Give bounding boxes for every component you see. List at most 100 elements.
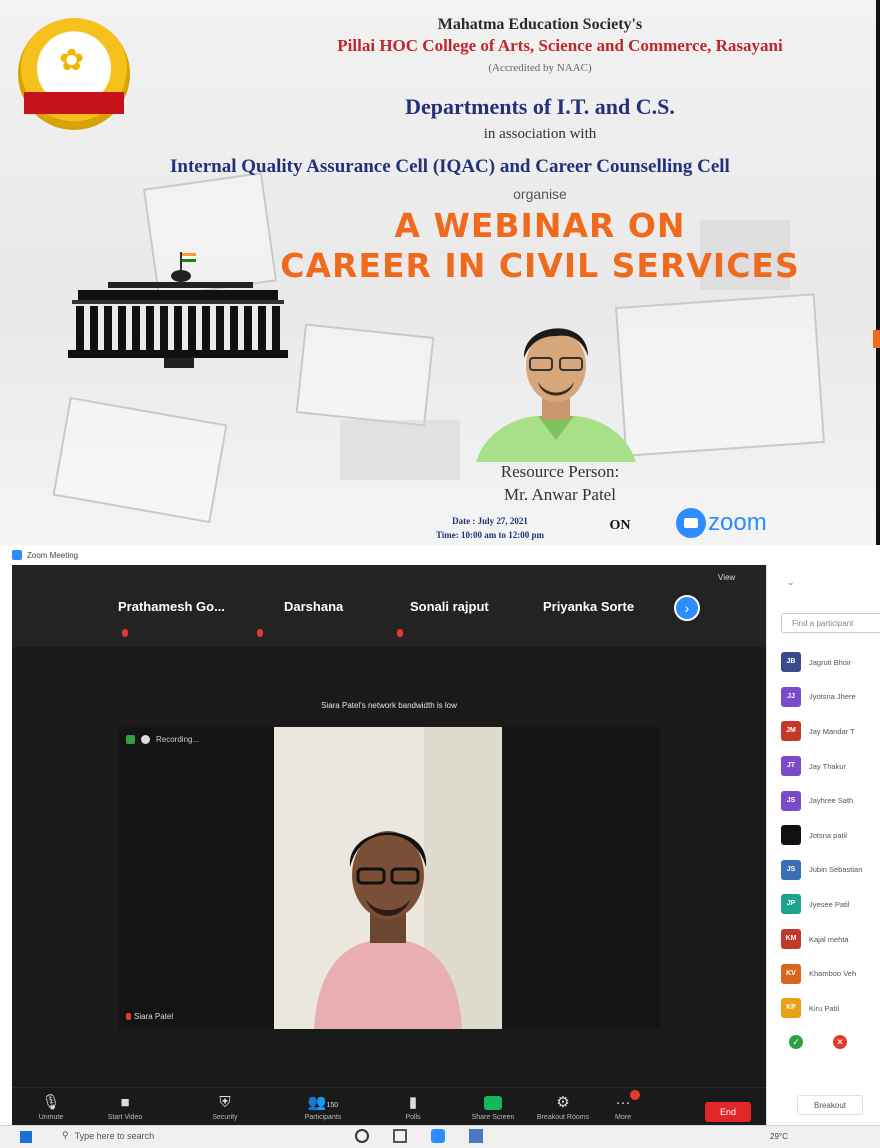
list-item[interactable]: JP Jyesee Patil bbox=[781, 887, 880, 922]
participant-name: Kiru Patil bbox=[809, 1003, 840, 1013]
bandwidth-notice: Siara Patel's network bandwidth is low bbox=[321, 701, 457, 710]
more-icon: ··· bbox=[615, 1094, 631, 1111]
list-item[interactable]: KP Kiru Patil bbox=[781, 991, 880, 1026]
task-view-icon[interactable] bbox=[393, 1129, 407, 1143]
association-text: in association with bbox=[483, 126, 597, 142]
avatar: KP bbox=[781, 998, 801, 1019]
avatar: KV bbox=[781, 963, 801, 984]
participant-name: Khamboo Veh bbox=[809, 969, 857, 979]
strip-participant-name[interactable]: Sonali rajput bbox=[410, 599, 489, 614]
cells-text: Internal Quality Assurance Cell (IQAC) a… bbox=[170, 156, 730, 177]
list-item[interactable]: KV Khamboo Veh bbox=[781, 956, 880, 991]
participant-strip: Prathamesh Go... Darshana Sonali rajput … bbox=[12, 565, 766, 647]
polls-button[interactable]: ▮ Polls bbox=[378, 1092, 448, 1121]
zoom-camera-icon bbox=[676, 508, 706, 538]
avatar: JT bbox=[781, 756, 801, 777]
taskbar-search-placeholder: Type here to search bbox=[74, 1130, 155, 1141]
zoom-app-icon bbox=[12, 550, 22, 560]
college-seal-logo: ✿ bbox=[18, 18, 130, 130]
participant-name: Jayhree Sath bbox=[809, 796, 854, 806]
resource-person-name: Mr. Anwar Patel bbox=[504, 485, 616, 504]
app-taskbar-icon[interactable] bbox=[469, 1129, 483, 1143]
recording-label: Recording... bbox=[156, 735, 200, 744]
list-item[interactable]: JS Jayhree Sath bbox=[781, 783, 880, 818]
video-tile-right bbox=[502, 727, 660, 1029]
shield-icon: ⛨ bbox=[219, 1094, 231, 1111]
toolbar-label: Polls bbox=[405, 1114, 421, 1121]
meeting-area: Prathamesh Go... Darshana Sonali rajput … bbox=[12, 565, 766, 1135]
webinar-poster: ✿ Mahatma Education Society's Pillai HOC… bbox=[0, 0, 880, 545]
speaker-name-tag: Siara Patel bbox=[126, 1012, 173, 1021]
active-speaker-video bbox=[274, 727, 502, 1029]
seal-ribbon bbox=[24, 92, 124, 114]
participant-count: 150 bbox=[326, 1102, 339, 1109]
start-video-button[interactable]: ■ Start Video bbox=[90, 1092, 160, 1121]
toolbar-label: Start Video bbox=[107, 1114, 143, 1121]
headline-topic: CAREER IN CIVIL SERVICES bbox=[280, 246, 800, 285]
share-screen-button[interactable]: Share Screen bbox=[458, 1092, 528, 1121]
participant-search-input[interactable]: Find a participant bbox=[781, 613, 880, 633]
cortana-icon[interactable] bbox=[355, 1129, 369, 1143]
participant-list: JB Jagruti Bhoir JJ Jyotsna Jhere JM Jay Ma… bbox=[781, 645, 880, 1026]
accreditation: (Accredited by NAAC) bbox=[488, 62, 592, 74]
list-item[interactable]: JM Jay Mandar T bbox=[781, 714, 880, 749]
list-item[interactable]: JS Jubin Sebastian bbox=[781, 853, 880, 888]
on-text: ON bbox=[609, 518, 631, 533]
list-item[interactable]: Jotsna patil bbox=[781, 818, 880, 853]
muted-mic-icon bbox=[122, 629, 128, 637]
society-name: Mahatma Education Society's bbox=[437, 16, 643, 33]
strip-participant-name[interactable]: Priyanka Sorte bbox=[543, 599, 634, 614]
list-item[interactable]: JB Jagruti Bhoir bbox=[781, 645, 880, 680]
speaker-name-label: Siara Patel bbox=[134, 1012, 174, 1021]
zoom-taskbar-icon[interactable] bbox=[431, 1129, 445, 1143]
recording-indicator: Recording... bbox=[126, 735, 199, 744]
list-item[interactable]: KM Kajal mehta bbox=[781, 922, 880, 957]
zoom-wordmark: zoom bbox=[708, 509, 767, 536]
speaker-illustration bbox=[476, 328, 636, 462]
event-date: Date : July 27, 2021 bbox=[452, 516, 528, 526]
search-icon: ⚲ bbox=[62, 1130, 69, 1140]
list-item[interactable]: JJ Jyotsna Jhere bbox=[781, 680, 880, 715]
headline-webinar: A WEBINAR ON bbox=[394, 206, 686, 245]
system-tray: 29°C bbox=[770, 1132, 788, 1141]
avatar: JJ bbox=[781, 686, 801, 707]
departments: Departments of I.T. and C.S. bbox=[405, 94, 675, 119]
participant-name: Kajal mehta bbox=[809, 934, 849, 944]
zoom-logo: zoom bbox=[676, 508, 767, 538]
participants-button[interactable]: 👥150 Participants bbox=[288, 1092, 358, 1121]
view-button[interactable]: View bbox=[718, 573, 735, 582]
avatar: JS bbox=[781, 790, 801, 811]
toolbar-label: Participants bbox=[304, 1114, 342, 1121]
organise-text: organise bbox=[513, 186, 567, 202]
end-meeting-button[interactable]: End bbox=[705, 1102, 751, 1122]
no-reaction-button[interactable]: ✕ bbox=[833, 1035, 847, 1049]
windows-start-icon[interactable] bbox=[20, 1131, 32, 1143]
participant-name: Jyesee Patil bbox=[809, 899, 850, 909]
avatar: KM bbox=[781, 929, 801, 950]
yes-reaction-button[interactable]: ✓ bbox=[789, 1035, 803, 1049]
sunflower-icon: ✿ bbox=[59, 44, 85, 77]
strip-participant-name[interactable]: Darshana bbox=[284, 599, 343, 614]
microphone-icon: 🎙 bbox=[41, 1094, 61, 1111]
list-item[interactable]: JT Jay Thakur bbox=[781, 749, 880, 784]
video-icon: ■ bbox=[120, 1094, 130, 1111]
poster-edge-accent bbox=[873, 330, 880, 348]
taskbar-search[interactable]: ⚲ Type here to search bbox=[62, 1130, 154, 1141]
avatar: JS bbox=[781, 859, 801, 880]
window-titlebar: Zoom Meeting bbox=[0, 545, 880, 565]
next-page-button[interactable]: › bbox=[674, 595, 700, 621]
muted-mic-icon bbox=[126, 1013, 131, 1020]
avatar: JB bbox=[781, 652, 801, 673]
more-button[interactable]: ··· More bbox=[588, 1090, 658, 1121]
chevron-down-icon[interactable]: ⌄ bbox=[787, 577, 795, 588]
participant-name: Jyotsna Jhere bbox=[809, 692, 856, 702]
participant-name: Jotsna patil bbox=[809, 830, 847, 840]
unmute-button[interactable]: 🎙 Unmute bbox=[16, 1092, 86, 1121]
security-button[interactable]: ⛨ Security bbox=[190, 1092, 260, 1121]
parliament-illustration bbox=[68, 252, 288, 368]
strip-participant-name[interactable]: Prathamesh Go... bbox=[118, 599, 225, 614]
speaker-video-frame bbox=[274, 727, 502, 1029]
college-name: Pillai HOC College of Arts, Science and … bbox=[337, 36, 783, 55]
toolbar-label: Unmute bbox=[38, 1114, 64, 1121]
panel-action-button[interactable]: Breakout bbox=[797, 1095, 863, 1115]
